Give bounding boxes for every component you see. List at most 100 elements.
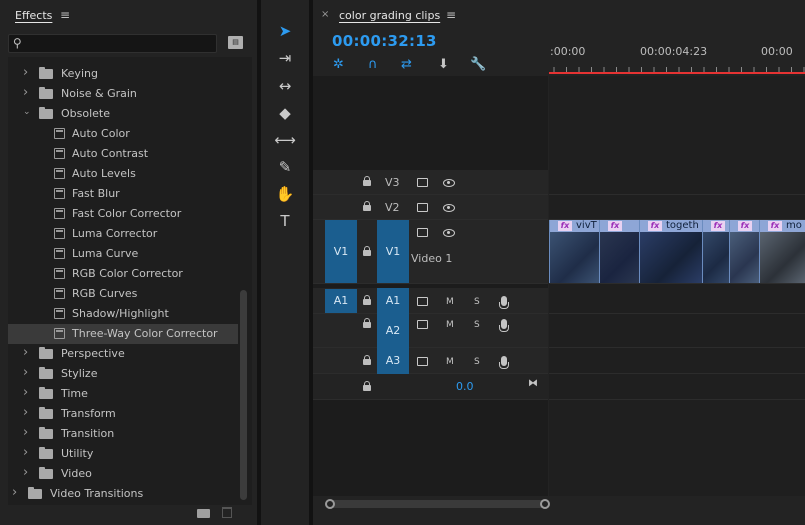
toggle-sync-lock-icon[interactable] [417,228,428,237]
folder-item[interactable]: › Keying [8,64,238,84]
chevron-right-icon[interactable]: › [12,485,17,500]
folder-item[interactable]: › Noise & Grain [8,84,238,104]
slip-tool-icon[interactable]: ⟷ [273,129,297,151]
chevron-right-icon[interactable]: › [23,425,28,440]
chevron-right-icon[interactable]: › [23,465,28,480]
hand-tool-icon[interactable]: ✋ [273,183,297,205]
track-select-tool-icon[interactable]: ⇥ [273,47,297,69]
toggle-sync-lock-icon[interactable] [417,297,428,306]
eye-icon[interactable] [443,179,455,187]
video-clip[interactable]: fx togeth [639,220,702,283]
folder-item[interactable]: › Video Transitions [8,484,238,504]
settings-wrench-icon[interactable]: 🔧 [470,57,486,72]
add-marker-icon[interactable]: ⬇ [438,57,449,72]
chevron-right-icon[interactable]: › [23,385,28,400]
effect-item[interactable]: Auto Color [8,124,238,144]
lock-icon[interactable] [363,295,371,305]
chevron-down-icon[interactable]: ⌄ [23,107,31,117]
new-bin-folder-icon[interactable] [197,509,210,518]
lock-icon[interactable] [363,381,371,391]
chevron-right-icon[interactable]: › [23,345,28,360]
folder-item[interactable]: › Perspective [8,344,238,364]
folder-item[interactable]: › Transition [8,424,238,444]
chevron-right-icon[interactable]: › [23,405,28,420]
lock-icon[interactable] [363,246,371,256]
effect-item[interactable]: Shadow/Highlight [8,304,238,324]
folder-item[interactable]: › Stylize [8,364,238,384]
toggle-sync-lock-icon[interactable] [417,203,428,212]
time-ruler[interactable]: :00:00 00:00:04:23 00:00 [549,30,805,76]
chevron-right-icon[interactable]: › [23,445,28,460]
master-volume-value[interactable]: 0.0 [456,380,474,393]
razor-tool-icon[interactable]: ◆ [273,102,297,124]
voice-over-record-icon[interactable] [499,319,509,332]
mute-button[interactable]: M [446,357,454,367]
trash-icon[interactable] [222,507,232,518]
effect-item[interactable]: Luma Corrector [8,224,238,244]
track-target-v3[interactable]: V3 [385,176,400,189]
snap-icon[interactable]: ∩ [368,57,378,72]
mute-button[interactable]: M [446,320,454,330]
pen-tool-icon[interactable]: ✎ [273,156,297,178]
lock-icon[interactable] [363,201,371,211]
effect-item[interactable]: Three-Way Color Corrector [8,324,238,344]
timeline-menu-icon[interactable]: ≡ [446,8,456,22]
new-custom-bin-icon[interactable]: ▤ [228,36,243,49]
eye-icon[interactable] [443,204,455,212]
sequence-tab-title[interactable]: color grading clips [339,9,440,22]
video-track-lane[interactable] [549,170,805,195]
audio-track-lane[interactable] [549,314,805,348]
solo-button[interactable]: S [474,320,480,330]
effect-item[interactable]: Auto Contrast [8,144,238,164]
voice-over-record-icon[interactable] [499,356,509,369]
track-target-v1[interactable]: V1 [377,220,409,283]
ripple-edit-tool-icon[interactable]: ↔ [273,75,297,97]
toggle-sync-lock-icon[interactable] [417,357,428,366]
selection-tool-icon[interactable]: ➤ [273,20,297,42]
lock-icon[interactable] [363,176,371,186]
effects-panel-title[interactable]: Effects [15,9,52,22]
zoom-handle-left[interactable] [325,499,335,509]
track-target-a2[interactable]: A2 [377,314,409,348]
video-clip[interactable]: fx [729,220,759,283]
go-to-end-icon[interactable]: ⧓ [528,378,538,389]
mute-button[interactable]: M [446,297,454,307]
audio-track-lane[interactable] [549,288,805,314]
folder-item[interactable]: ⌄ Obsolete [8,104,238,124]
source-patch-a1[interactable]: A1 [325,289,357,313]
effects-search-input[interactable] [8,34,217,53]
solo-button[interactable]: S [474,357,480,367]
lock-icon[interactable] [363,318,371,328]
effect-item[interactable]: RGB Curves [8,284,238,304]
timeline-horizontal-scrollbar[interactable] [325,500,547,508]
video-clip[interactable]: fx vivT [549,220,599,283]
eye-icon[interactable] [443,229,455,237]
playhead-timecode[interactable]: 00:00:32:13 [332,32,437,50]
lock-icon[interactable] [363,355,371,365]
chevron-right-icon[interactable]: › [23,365,28,380]
nest-icon[interactable]: ✲ [333,57,344,72]
folder-item[interactable]: › Time [8,384,238,404]
type-tool-icon[interactable]: T [273,210,297,232]
zoom-handle-right[interactable] [540,499,550,509]
effect-item[interactable]: RGB Color Corrector [8,264,238,284]
effect-item[interactable]: Auto Levels [8,164,238,184]
track-target-a1[interactable]: A1 [377,288,409,314]
video-clip[interactable]: fx mo [759,220,805,283]
toggle-sync-lock-icon[interactable] [417,178,428,187]
voice-over-record-icon[interactable] [499,296,509,309]
effects-panel-menu-icon[interactable]: ≡ [60,8,70,22]
folder-item[interactable]: › Transform [8,404,238,424]
video-clip[interactable]: fx [702,220,729,283]
effect-item[interactable]: Fast Blur [8,184,238,204]
effects-scrollbar[interactable] [240,290,247,500]
source-patch-v1[interactable]: V1 [325,220,357,283]
audio-track-lane[interactable] [549,348,805,374]
linked-selection-icon[interactable]: ⇄ [401,57,412,72]
solo-button[interactable]: S [474,297,480,307]
video-track-lane[interactable] [549,195,805,220]
track-target-a3[interactable]: A3 [377,348,409,374]
chevron-right-icon[interactable]: › [23,65,28,80]
effect-item[interactable]: Luma Curve [8,244,238,264]
chevron-right-icon[interactable]: › [23,85,28,100]
